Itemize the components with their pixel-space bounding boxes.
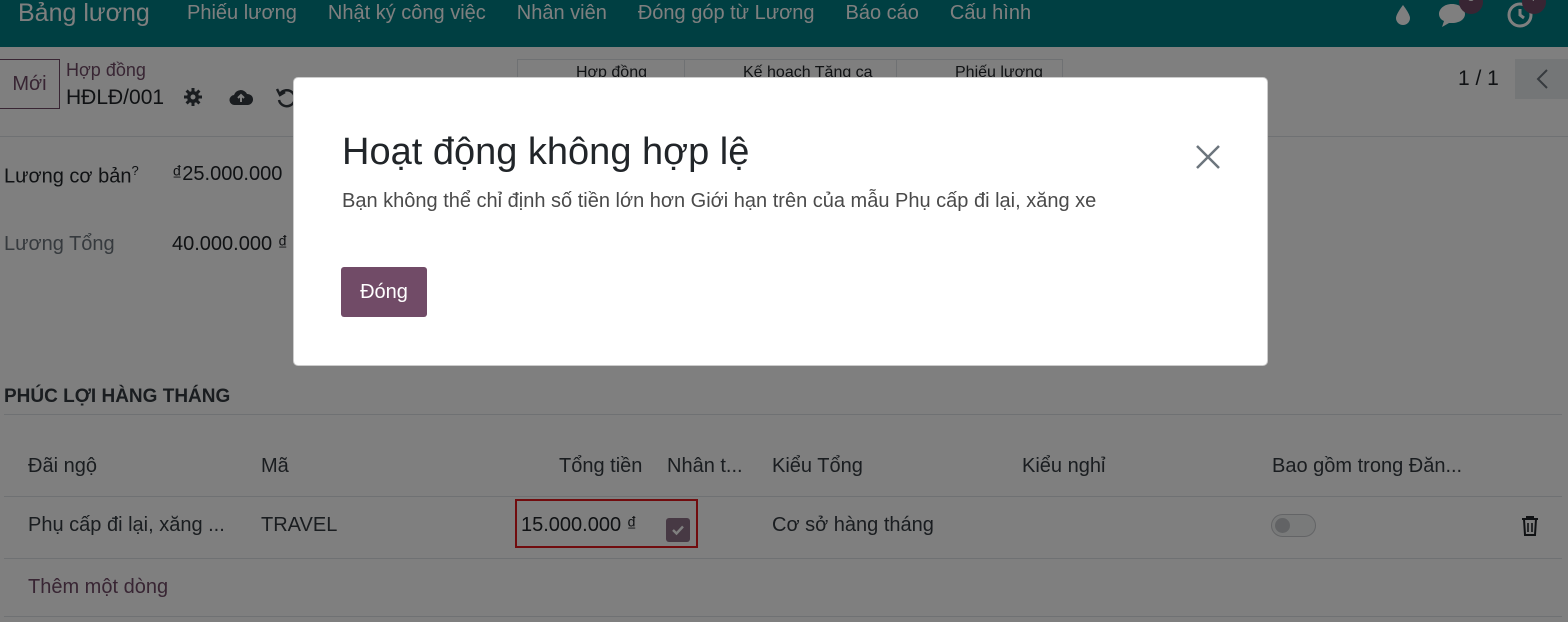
error-dialog: Hoạt động không hợp lệ Bạn không thể chỉ… <box>293 77 1268 366</box>
close-icon[interactable] <box>1193 142 1223 172</box>
dialog-message: Bạn không thể chỉ định số tiền lớn hơn G… <box>342 190 1097 212</box>
dialog-close-button[interactable]: Đóng <box>341 267 427 317</box>
dialog-title: Hoạt động không hợp lệ <box>342 131 750 173</box>
